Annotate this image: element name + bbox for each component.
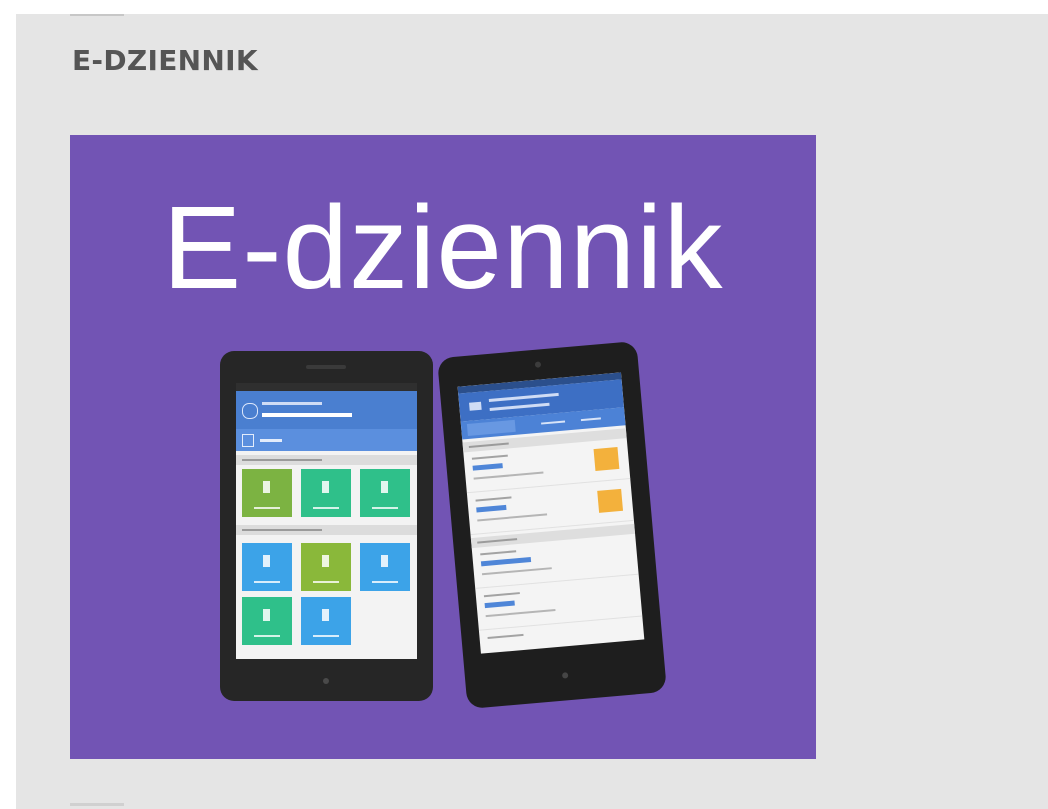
tablet-right-icon [437,340,667,710]
tablet-left-icon [220,351,433,701]
tablet-right-screen [457,372,645,654]
tablet-speaker [306,365,346,369]
tablet-camera [534,361,542,368]
tablet-home-button [323,678,329,684]
widget-top-divider [70,14,124,16]
tablet-left-screen [236,383,417,659]
widget-e-dziennik: E-DZIENNIK E-dziennik [16,14,1048,809]
banner-title: E-dziennik [162,182,724,314]
widget-bottom-divider [70,803,124,806]
widget-heading: E-DZIENNIK [72,44,258,77]
tablet-home-button [561,672,569,679]
e-dziennik-banner-link[interactable]: E-dziennik [70,135,816,759]
